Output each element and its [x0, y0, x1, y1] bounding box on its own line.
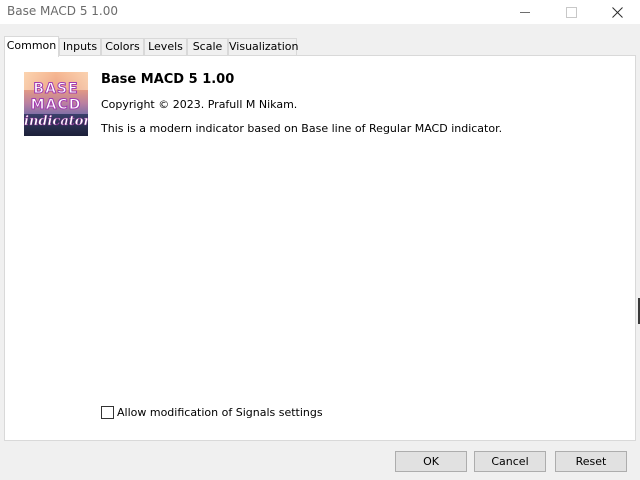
indicator-description: This is a modern indicator based on Base…	[101, 122, 503, 135]
maximize-icon	[565, 6, 577, 18]
copyright-text: Copyright © 2023. Prafull M Nikam.	[101, 98, 298, 111]
ok-button[interactable]: OK	[395, 451, 467, 472]
close-button[interactable]	[594, 0, 640, 24]
minimize-icon	[520, 11, 530, 13]
minimize-button[interactable]	[502, 0, 548, 24]
allow-modification-option[interactable]: Allow modification of Signals settings	[101, 406, 323, 419]
tab-levels[interactable]: Levels	[144, 38, 187, 55]
cancel-button[interactable]: Cancel	[474, 451, 546, 472]
logo-text-base: BASE	[33, 81, 79, 98]
tab-visualization[interactable]: Visualization	[228, 38, 298, 55]
maximize-button	[548, 0, 594, 24]
logo-text-indicator: indicator	[24, 114, 88, 130]
reset-button[interactable]: Reset	[555, 451, 627, 472]
tab-common[interactable]: Common	[4, 36, 59, 57]
logo-text-macd: MACD	[30, 97, 82, 114]
indicator-properties-dialog: Base MACD 5 1.00 Common Inputs Colors Le…	[0, 0, 640, 480]
tab-colors[interactable]: Colors	[101, 38, 144, 55]
tab-inputs[interactable]: Inputs	[59, 38, 101, 55]
common-tab-panel: BASE MACD indicator Base MACD 5 1.00 Cop…	[4, 55, 636, 441]
indicator-name: Base MACD 5 1.00	[101, 72, 235, 87]
tab-scale[interactable]: Scale	[187, 38, 228, 55]
title-bar: Base MACD 5 1.00	[0, 0, 640, 24]
allow-modification-label: Allow modification of Signals settings	[117, 406, 323, 419]
window-title: Base MACD 5 1.00	[7, 4, 118, 18]
allow-modification-checkbox[interactable]	[101, 406, 114, 419]
close-icon	[611, 6, 623, 18]
indicator-logo: BASE MACD indicator	[24, 72, 88, 136]
